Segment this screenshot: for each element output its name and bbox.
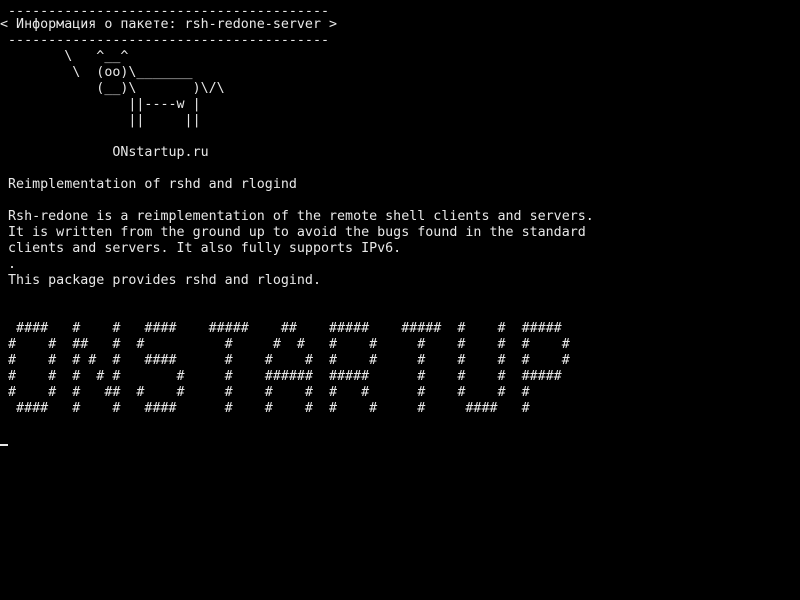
banner-art-line-1: #### # # #### ##### ## ##### ##### # # #…	[0, 321, 562, 336]
banner-border-bottom: ----------------------------------------	[0, 33, 329, 48]
banner-title: < Информация о пакете: rsh-redone-server…	[0, 17, 338, 32]
cow-art-line-5: || ||	[0, 113, 201, 128]
banner-art-line-4: # # # # # # # ###### ##### # # # #####	[0, 369, 562, 384]
cow-art-line-3: (__)\ )\/\	[0, 81, 225, 96]
cow-art-line-2: \ (oo)\_______	[0, 65, 193, 80]
description-line-4: This package provides rshd and rlogind.	[0, 273, 321, 288]
cow-art-line-1: \ ^__^	[0, 49, 129, 64]
package-summary: Reimplementation of rshd and rlogind	[0, 177, 297, 192]
banner-art-line-2: # # ## # # # # # # # # # # # #	[0, 337, 570, 352]
description-dot: .	[0, 257, 17, 272]
description-line-2: It is written from the ground up to avoi…	[0, 225, 586, 240]
description-line-1: Rsh-redone is a reimplementation of the …	[0, 209, 594, 224]
description-line-3: clients and servers. It also fully suppo…	[0, 241, 402, 256]
terminal-screen[interactable]: ----------------------------------------…	[0, 0, 800, 600]
banner-art-line-3: # # # # # #### # # # # # # # # # #	[0, 353, 570, 368]
banner-art-line-6: #### # # #### # # # # # # #### #	[0, 401, 530, 416]
banner-art-line-5: # # # ## # # # # # # # # # # #	[0, 385, 530, 400]
text-cursor	[0, 444, 8, 446]
site-credit: ONstartup.ru	[0, 145, 209, 160]
cow-art-line-4: ||----w |	[0, 97, 201, 112]
